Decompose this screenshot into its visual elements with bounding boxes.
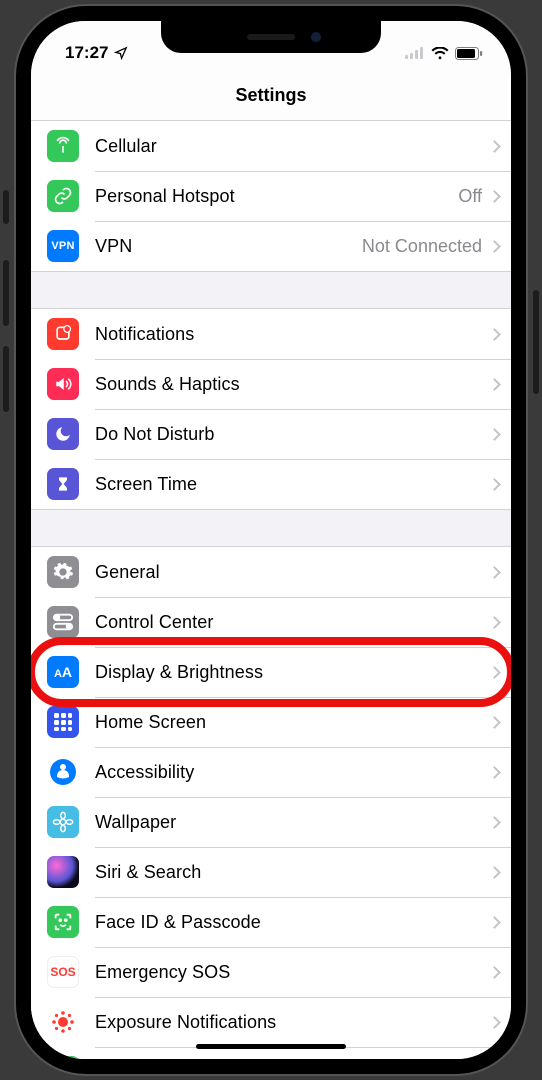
phone-frame: 17:27 Settings Cellular Personal HotspotO… <box>16 6 526 1074</box>
row-label: Sounds & Haptics <box>95 374 490 395</box>
vpn-text: VPN <box>47 230 79 262</box>
chevron-right-icon <box>488 866 501 879</box>
chevron-right-icon <box>488 190 501 203</box>
settings-group: General Control Center AA Display & Brightn… <box>31 546 511 1059</box>
settings-row-accessibility[interactable]: Accessibility <box>31 747 511 797</box>
settings-row-wallpaper[interactable]: Wallpaper <box>31 797 511 847</box>
navigate-icon <box>114 46 128 60</box>
person-icon <box>47 756 79 788</box>
hourglass-icon <box>47 468 79 500</box>
row-label: Exposure Notifications <box>95 1012 490 1033</box>
link-icon <box>47 180 79 212</box>
row-label: Display & Brightness <box>95 662 490 683</box>
gear-icon <box>47 556 79 588</box>
cell-signal-icon <box>405 47 425 59</box>
row-label: Personal Hotspot <box>95 186 458 207</box>
screen: 17:27 Settings Cellular Personal HotspotO… <box>31 21 511 1059</box>
battery-icon <box>455 47 483 60</box>
chevron-right-icon <box>488 378 501 391</box>
chevron-right-icon <box>488 916 501 929</box>
row-label: Siri & Search <box>95 862 490 883</box>
chevron-right-icon <box>488 328 501 341</box>
chevron-right-icon <box>488 816 501 829</box>
settings-row-siri[interactable]: Siri & Search <box>31 847 511 897</box>
settings-list[interactable]: CellularPersonal HotspotOffVPNVPNNot Con… <box>31 121 511 1059</box>
row-label: Face ID & Passcode <box>95 912 490 933</box>
settings-row-controlcenter[interactable]: Control Center <box>31 597 511 647</box>
settings-row-homescreen[interactable]: Home Screen <box>31 697 511 747</box>
grid-icon <box>47 706 79 738</box>
settings-row-notifications[interactable]: Notifications <box>31 309 511 359</box>
settings-row-screentime[interactable]: Screen Time <box>31 459 511 509</box>
row-label: Screen Time <box>95 474 490 495</box>
row-label: Accessibility <box>95 762 490 783</box>
row-label: VPN <box>95 236 362 257</box>
row-detail: Off <box>458 186 482 207</box>
row-detail: Not Connected <box>362 236 482 257</box>
virus-icon <box>47 1006 79 1038</box>
row-label: Do Not Disturb <box>95 424 490 445</box>
siri-icon <box>47 856 79 888</box>
chevron-right-icon <box>488 966 501 979</box>
settings-row-sos[interactable]: SOS Emergency SOS <box>31 947 511 997</box>
settings-row-faceid[interactable]: Face ID & Passcode <box>31 897 511 947</box>
row-label: General <box>95 562 490 583</box>
settings-row-cellular[interactable]: Cellular <box>31 121 511 171</box>
home-indicator[interactable] <box>196 1044 346 1049</box>
settings-row-exposure[interactable]: Exposure Notifications <box>31 997 511 1047</box>
nav-bar-title: Settings <box>31 71 511 121</box>
status-time: 17:27 <box>65 43 108 63</box>
switches-icon <box>47 606 79 638</box>
row-label: Emergency SOS <box>95 962 490 983</box>
chevron-right-icon <box>488 566 501 579</box>
settings-row-vpn[interactable]: VPNVPNNot Connected <box>31 221 511 271</box>
settings-row-hotspot[interactable]: Personal HotspotOff <box>31 171 511 221</box>
row-label: Home Screen <box>95 712 490 733</box>
settings-row-dnd[interactable]: Do Not Disturb <box>31 409 511 459</box>
chevron-right-icon <box>488 478 501 491</box>
chevron-right-icon <box>488 428 501 441</box>
settings-row-general[interactable]: General <box>31 547 511 597</box>
chevron-right-icon <box>488 716 501 729</box>
flower-icon <box>47 806 79 838</box>
row-label: Cellular <box>95 136 490 157</box>
page-title: Settings <box>235 85 306 106</box>
chevron-right-icon <box>488 1016 501 1029</box>
speaker-icon <box>47 368 79 400</box>
settings-group: CellularPersonal HotspotOffVPNVPNNot Con… <box>31 121 511 272</box>
chevron-right-icon <box>488 666 501 679</box>
face-icon <box>47 906 79 938</box>
sos-text: SOS <box>47 956 79 988</box>
row-label: Wallpaper <box>95 812 490 833</box>
chevron-right-icon <box>488 766 501 779</box>
settings-row-display[interactable]: AA Display & Brightness <box>31 647 511 697</box>
row-label: Notifications <box>95 324 490 345</box>
chevron-right-icon <box>488 616 501 629</box>
row-label: Control Center <box>95 612 490 633</box>
notch <box>161 21 381 53</box>
wifi-icon <box>431 47 449 60</box>
moon-icon <box>47 418 79 450</box>
aa-text: AA <box>47 656 79 688</box>
settings-group: Notifications Sounds & Haptics Do Not Dist… <box>31 308 511 510</box>
chevron-right-icon <box>488 240 501 253</box>
settings-row-sounds[interactable]: Sounds & Haptics <box>31 359 511 409</box>
antenna-icon <box>47 130 79 162</box>
bell-icon <box>47 318 79 350</box>
chevron-right-icon <box>488 140 501 153</box>
battery-icon <box>47 1056 79 1059</box>
